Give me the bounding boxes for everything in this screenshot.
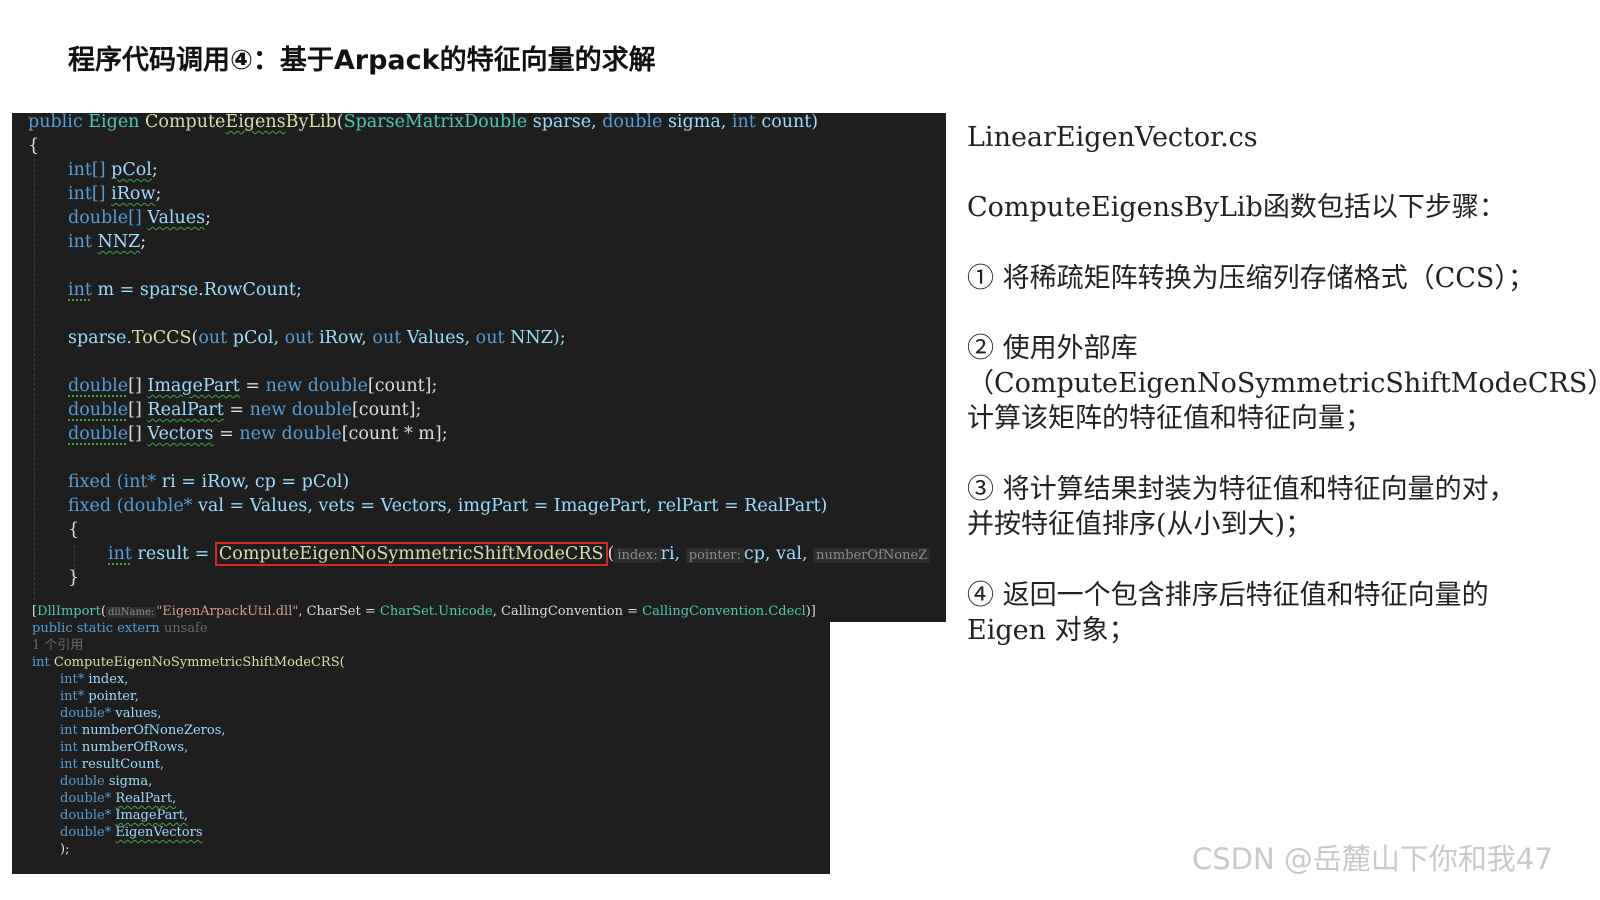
step-4-line-1: ④ 返回一个包含排序后特征值和特征向量的 bbox=[967, 580, 1489, 611]
code-editor-dllimport: [DllImport(dllName: "EigenArpackUtil.dll"… bbox=[12, 600, 830, 874]
slide-title: 程序代码调用④：基于Arpack的特征向量的求解 bbox=[68, 45, 656, 76]
extern-param: double* ImagePart, bbox=[60, 808, 189, 823]
code-line: sparse.ToCCS(out pCol, out iRow, out Val… bbox=[68, 328, 566, 348]
param-hint: index: bbox=[614, 548, 661, 563]
step-3-line-2: 并按特征值排序(从小到大)； bbox=[967, 509, 1313, 540]
code-line: double[] RealPart = new double[count]; bbox=[68, 400, 422, 420]
indent-guide bbox=[34, 149, 35, 605]
code-editor-method: public Eigen ComputeEigensByLib(SparseMa… bbox=[12, 113, 946, 622]
code-line: double[] Values; bbox=[68, 208, 211, 228]
extern-param: int* index, bbox=[60, 672, 129, 687]
code-line: double[] Vectors = new double[count * m]… bbox=[68, 424, 448, 444]
step-4-line-2: Eigen 对象； bbox=[967, 615, 1136, 646]
extern-param: int resultCount, bbox=[60, 757, 165, 772]
code-line: int m = sparse.RowCount; bbox=[68, 280, 302, 300]
reference-count[interactable]: 1 个引用 bbox=[32, 637, 83, 654]
param-hint: numberOfNoneZ bbox=[813, 548, 931, 563]
extern-param: int numberOfRows, bbox=[60, 740, 189, 755]
code-line: { bbox=[68, 520, 80, 540]
step-3-line-1: ③ 将计算结果封装为特征值和特征向量的对， bbox=[967, 474, 1516, 505]
code-line: public static extern unsafe bbox=[32, 621, 208, 636]
code-line: } bbox=[68, 568, 80, 588]
step-2-line-3: 计算该矩阵的特征值和特征向量； bbox=[967, 403, 1372, 434]
notes-intro: ComputeEigensByLib函数包括以下步骤： bbox=[967, 192, 1506, 223]
code-line-attribute: [DllImport(dllName: "EigenArpackUtil.dll"… bbox=[32, 604, 816, 619]
code-line-call: int result = ComputeEigenNoSymmetricShif… bbox=[108, 542, 931, 566]
code-line: int[] iRow; bbox=[68, 184, 162, 204]
code-line: int[] pCol; bbox=[68, 160, 158, 180]
extern-param: double sigma, bbox=[60, 774, 153, 789]
param-hint: dllName: bbox=[105, 607, 157, 618]
code-line-extern-signature: int ComputeEigenNoSymmetricShiftModeCRS( bbox=[32, 655, 345, 670]
code-line: fixed (int* ri = iRow, cp = pCol) bbox=[68, 472, 350, 492]
param-hint: pointer: bbox=[685, 548, 744, 563]
extern-param: int* pointer, bbox=[60, 689, 139, 704]
step-2-line-1: ② 使用外部库 bbox=[967, 333, 1138, 364]
extern-param: double* values, bbox=[60, 706, 162, 721]
code-line: { bbox=[28, 136, 40, 156]
extern-param: int numberOfNoneZeros, bbox=[60, 723, 226, 738]
file-name: LinearEigenVector.cs bbox=[967, 122, 1258, 153]
watermark: CSDN @岳麓山下你和我47 bbox=[1192, 842, 1553, 876]
highlighted-function-call: ComputeEigenNoSymmetricShiftModeCRS bbox=[214, 542, 608, 566]
code-line: int NNZ; bbox=[68, 232, 147, 252]
step-2-line-2: （ComputeEigenNoSymmetricShiftModeCRS） bbox=[967, 368, 1600, 399]
code-line-signature: public Eigen ComputeEigensByLib(SparseMa… bbox=[28, 113, 819, 132]
step-1: ① 将稀疏矩阵转换为压缩列存储格式（CCS）； bbox=[967, 263, 1535, 294]
code-line: ); bbox=[60, 842, 70, 857]
code-line: fixed (double* val = Values, vets = Vect… bbox=[68, 496, 828, 516]
extern-param: double* RealPart, bbox=[60, 791, 177, 806]
code-line: double[] ImagePart = new double[count]; bbox=[68, 376, 438, 396]
extern-param: double* EigenVectors bbox=[60, 825, 203, 840]
